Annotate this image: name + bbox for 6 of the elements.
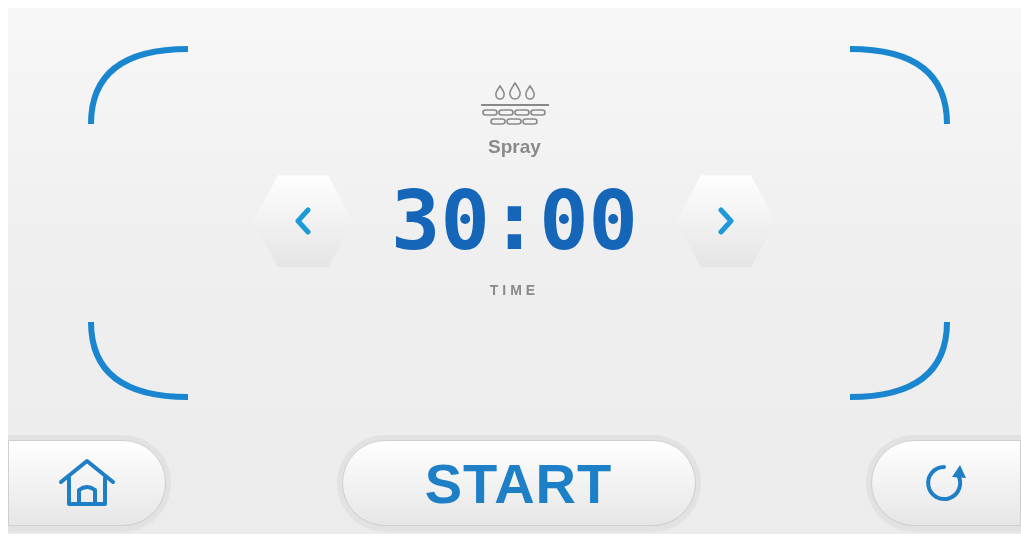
home-icon — [57, 458, 117, 508]
timer-label: TIME — [489, 282, 540, 299]
chevron-right-icon — [717, 207, 734, 236]
timer-display: 30:00 — [390, 172, 639, 270]
mode-label: Spray — [488, 136, 541, 158]
chevron-left-icon — [295, 207, 312, 236]
